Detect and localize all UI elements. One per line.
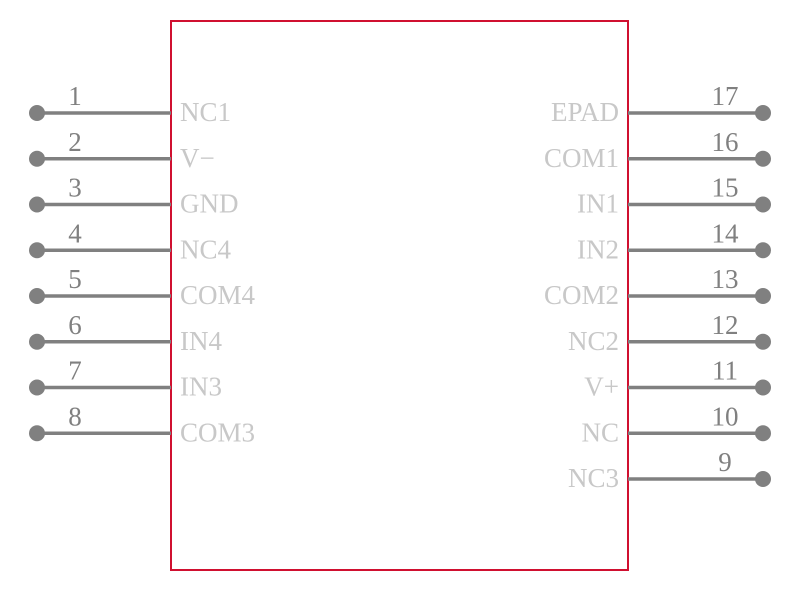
pin-number-5: 5 bbox=[68, 264, 82, 294]
pin-label-17: EPAD bbox=[551, 97, 619, 127]
pin-terminal-dot-15[interactable] bbox=[755, 196, 771, 213]
pin-number-4: 4 bbox=[68, 218, 82, 248]
pin-label-1: NC1 bbox=[180, 97, 231, 127]
pin-number-3: 3 bbox=[68, 173, 82, 203]
pin-label-3: GND bbox=[180, 189, 239, 219]
pin-number-14: 14 bbox=[712, 218, 740, 248]
pin-terminal-dot-4[interactable] bbox=[29, 242, 45, 259]
pin-6[interactable]: IN4 6 bbox=[29, 310, 222, 356]
left-pins-group: NC1 1 V− 2 GND 3 NC4 4 COM4 5 IN4 6 IN3 7 COM3 8 bbox=[29, 81, 256, 447]
pin-terminal-dot-8[interactable] bbox=[29, 425, 45, 442]
pin-8[interactable]: COM3 8 bbox=[29, 401, 255, 447]
pin-number-9: 9 bbox=[718, 447, 732, 477]
pin-5[interactable]: COM4 5 bbox=[29, 264, 256, 310]
pin-label-16: COM1 bbox=[544, 143, 619, 173]
pin-label-6: IN4 bbox=[180, 326, 222, 356]
pin-terminal-dot-11[interactable] bbox=[755, 379, 771, 396]
pin-12[interactable]: NC2 12 bbox=[568, 310, 771, 356]
pin-terminal-dot-6[interactable] bbox=[29, 333, 45, 350]
pin-label-11: V+ bbox=[584, 372, 619, 402]
pin-label-4: NC4 bbox=[180, 234, 232, 264]
pin-number-8: 8 bbox=[68, 401, 82, 431]
pin-number-10: 10 bbox=[712, 401, 739, 431]
pin-terminal-dot-3[interactable] bbox=[29, 196, 45, 213]
pin-13[interactable]: COM2 13 bbox=[544, 264, 771, 310]
pin-label-7: IN3 bbox=[180, 372, 222, 402]
pin-number-6: 6 bbox=[68, 310, 82, 340]
pin-label-10: NC bbox=[581, 417, 619, 447]
pin-15[interactable]: IN1 15 bbox=[577, 173, 771, 219]
pin-terminal-dot-7[interactable] bbox=[29, 379, 45, 396]
pin-4[interactable]: NC4 4 bbox=[29, 218, 232, 264]
pin-number-17: 17 bbox=[712, 81, 739, 111]
pin-3[interactable]: GND 3 bbox=[29, 173, 239, 219]
right-pins-group: EPAD 17 COM1 16 IN1 15 IN2 14 COM2 13 NC2 12 V+ 11 NC 1… bbox=[544, 81, 771, 493]
pin-label-8: COM3 bbox=[180, 417, 255, 447]
pin-terminal-dot-12[interactable] bbox=[755, 333, 771, 350]
pin-16[interactable]: COM1 16 bbox=[544, 127, 771, 173]
pin-number-13: 13 bbox=[712, 264, 739, 294]
pin-terminal-dot-16[interactable] bbox=[755, 150, 771, 167]
pin-number-2: 2 bbox=[68, 127, 82, 157]
pin-label-2: V− bbox=[180, 143, 215, 173]
pin-terminal-dot-14[interactable] bbox=[755, 242, 771, 259]
pin-number-11: 11 bbox=[712, 356, 738, 386]
pin-terminal-dot-1[interactable] bbox=[29, 105, 45, 121]
pin-label-12: NC2 bbox=[568, 326, 619, 356]
pin-number-16: 16 bbox=[712, 127, 739, 157]
pin-17[interactable]: EPAD 17 bbox=[551, 81, 771, 127]
pin-number-15: 15 bbox=[712, 173, 739, 203]
pin-number-1: 1 bbox=[68, 81, 82, 111]
pin-label-5: COM4 bbox=[180, 280, 256, 310]
pin-1[interactable]: NC1 1 bbox=[29, 81, 231, 127]
pin-7[interactable]: IN3 7 bbox=[29, 356, 222, 402]
schematic-symbol-canvas: NC1 1 V− 2 GND 3 NC4 4 COM4 5 IN4 6 IN3 7 COM3 8 EPAD 17… bbox=[0, 0, 800, 594]
pin-label-13: COM2 bbox=[544, 280, 619, 310]
pin-terminal-dot-5[interactable] bbox=[29, 288, 45, 304]
pin-label-9: NC3 bbox=[568, 463, 619, 493]
pin-14[interactable]: IN2 14 bbox=[577, 218, 771, 264]
pin-number-12: 12 bbox=[712, 310, 739, 340]
pin-terminal-dot-13[interactable] bbox=[755, 288, 771, 304]
pin-number-7: 7 bbox=[68, 356, 82, 386]
pin-11[interactable]: V+ 11 bbox=[584, 356, 771, 402]
pin-terminal-dot-10[interactable] bbox=[755, 425, 771, 442]
pin-terminal-dot-17[interactable] bbox=[755, 105, 771, 121]
pin-2[interactable]: V− 2 bbox=[29, 127, 215, 173]
schematic-symbol-svg: NC11V−2GND3NC44COM45IN46IN37COM38 EPAD17… bbox=[29, 20, 771, 571]
pin-terminal-dot-2[interactable] bbox=[29, 150, 45, 167]
pin-terminal-dot-9[interactable] bbox=[755, 471, 771, 487]
pin-label-14: IN2 bbox=[577, 234, 619, 264]
pin-label-15: IN1 bbox=[577, 189, 619, 219]
pin-10[interactable]: NC 10 bbox=[581, 401, 771, 447]
pin-9[interactable]: NC3 9 bbox=[568, 447, 771, 493]
